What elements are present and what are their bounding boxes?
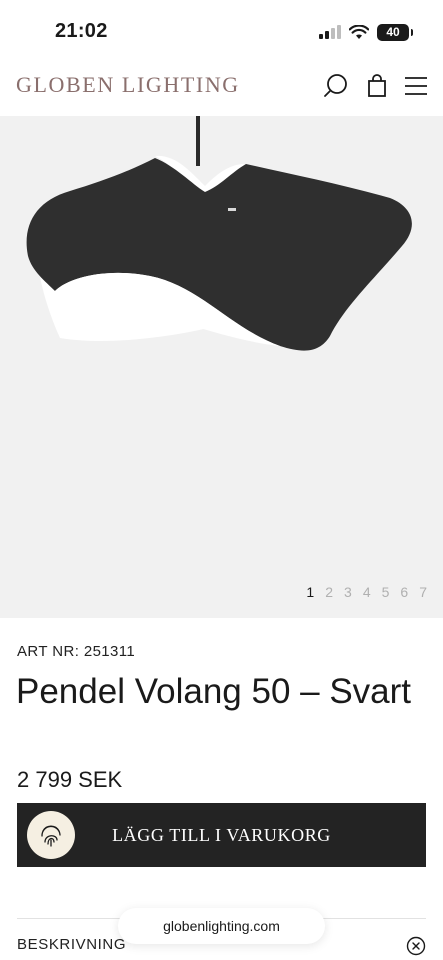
page-dot[interactable]: 5 (382, 584, 390, 600)
description-toggle[interactable]: BESKRIVNING (17, 936, 126, 953)
add-to-cart-label: LÄGG TILL I VARUKORG (112, 824, 331, 845)
brand-logo[interactable]: GLOBEN LIGHTING (16, 72, 240, 98)
status-icons: 40 (319, 22, 413, 42)
close-icon[interactable] (406, 936, 426, 956)
product-gallery[interactable]: 1 2 3 4 5 6 7 (0, 116, 443, 618)
product-image[interactable] (0, 116, 443, 618)
article-number: ART NR: 251311 (17, 643, 136, 660)
browser-url-bar[interactable]: globenlighting.com (118, 908, 325, 944)
page-dot[interactable]: 4 (363, 584, 371, 600)
page-dot[interactable]: 7 (419, 584, 427, 600)
page-dot[interactable]: 6 (400, 584, 408, 600)
product-title: Pendel Volang 50 – Svart (16, 672, 412, 711)
status-time: 21:02 (55, 20, 108, 42)
product-price: 2 799 SEK (17, 767, 123, 792)
status-bar: 21:02 40 (0, 0, 443, 62)
add-to-cart-button[interactable]: LÄGG TILL I VARUKORG (17, 803, 426, 867)
page-dot[interactable]: 1 (306, 584, 314, 600)
search-icon[interactable] (322, 72, 350, 100)
site-header: GLOBEN LIGHTING (0, 62, 443, 116)
signal-icon (319, 25, 341, 39)
menu-icon[interactable] (402, 72, 430, 100)
cart-icon[interactable] (363, 72, 391, 100)
wifi-icon (349, 24, 369, 39)
battery-icon: 40 (377, 23, 413, 41)
page-dot[interactable]: 2 (325, 584, 333, 600)
gallery-pagination: 1 2 3 4 5 6 7 (306, 584, 427, 600)
page-dot[interactable]: 3 (344, 584, 352, 600)
